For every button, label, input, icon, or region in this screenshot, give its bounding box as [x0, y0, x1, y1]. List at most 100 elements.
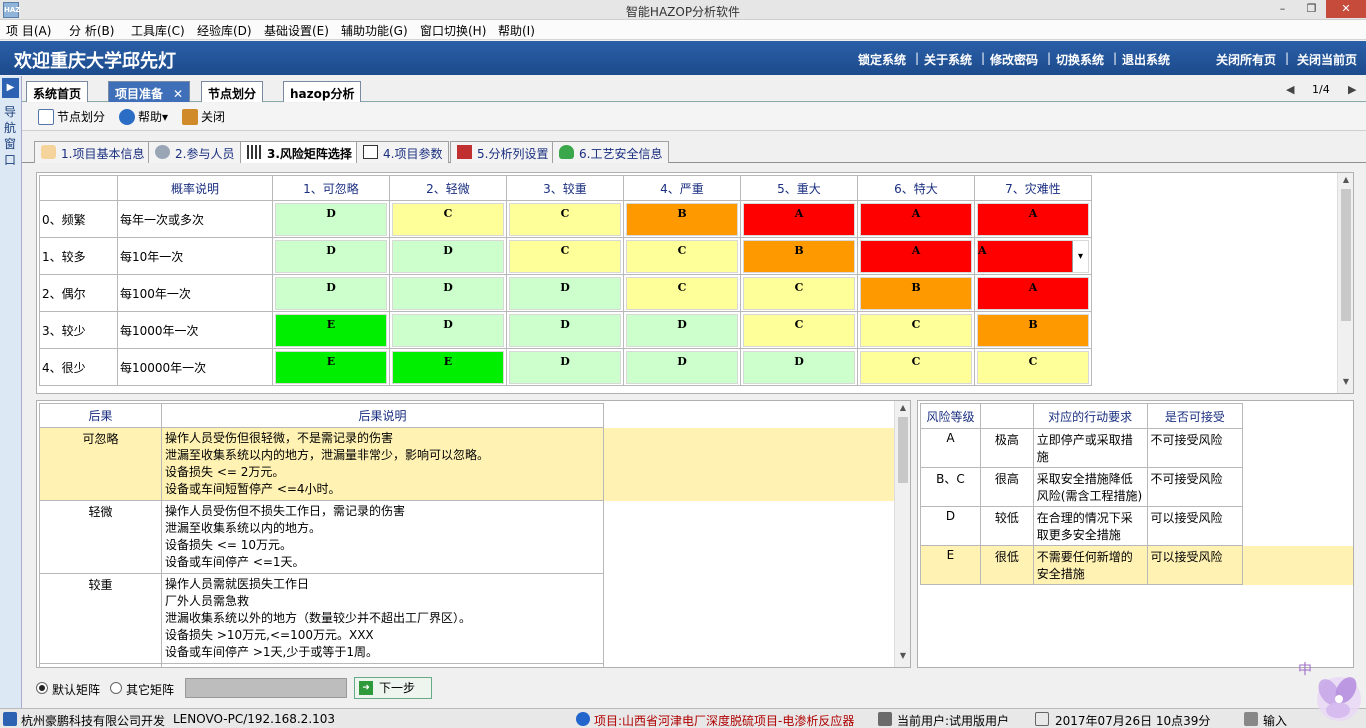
menu-project[interactable]: 项 目(A) — [6, 22, 51, 39]
expand-arrow-icon[interactable]: ▶ — [2, 78, 19, 98]
next-step-button[interactable]: ➜ 下一步 — [354, 677, 432, 699]
nav-window-strip[interactable]: ▶ 导航窗口 — [0, 76, 22, 708]
switch-system-link[interactable]: 切换系统 — [1056, 51, 1104, 68]
risk-cell[interactable]: C — [623, 237, 741, 275]
scroll-up-icon[interactable]: ▲ — [1338, 175, 1354, 189]
menu-settings[interactable]: 基础设置(E) — [264, 22, 329, 39]
risk-cell[interactable]: D — [389, 274, 507, 312]
risk-cell[interactable]: A ▾ — [974, 237, 1092, 275]
tab-project-params[interactable]: 4.项目参数 — [356, 141, 450, 163]
change-password-link[interactable]: 修改密码 — [990, 51, 1038, 68]
tab-node-division[interactable]: 节点划分 — [201, 81, 264, 102]
risk-cell[interactable]: A — [740, 200, 858, 238]
tab-analysis-columns[interactable]: 5.分析列设置 — [450, 141, 556, 163]
consequence-row[interactable]: 严重工厂员工致残伤害 — [39, 663, 894, 667]
risk-level-row[interactable]: A 极高 立即停产或采取措施 不可接受风险 — [920, 428, 1353, 468]
risk-cell[interactable]: C — [740, 311, 858, 349]
datetime-status: 2017年07月26日 10点39分 — [1055, 714, 1211, 728]
risk-cell[interactable]: C — [740, 274, 858, 312]
risk-cell[interactable]: A — [974, 274, 1092, 312]
matrix-name-input[interactable] — [185, 678, 347, 698]
risk-cell[interactable]: D — [272, 200, 390, 238]
risk-cell[interactable]: A — [857, 200, 975, 238]
risk-cell[interactable]: E — [389, 348, 507, 386]
header-banner: 欢迎重庆大学邱先灯 锁定系统 | 关于系统 | 修改密码 | 切换系统 | 退出… — [0, 41, 1366, 75]
close-tab-icon[interactable]: ✕ — [173, 87, 183, 101]
tab-risk-matrix[interactable]: 3.风险矩阵选择 — [240, 141, 359, 163]
risk-cell[interactable]: D — [389, 237, 507, 275]
scroll-thumb[interactable] — [1341, 189, 1351, 321]
menu-aux[interactable]: 辅助功能(G) — [341, 22, 408, 39]
about-system-link[interactable]: 关于系统 — [924, 51, 972, 68]
risk-cell[interactable]: D — [272, 274, 390, 312]
consequence-scrollbar[interactable]: ▲ ▼ — [894, 401, 910, 667]
risk-cell[interactable]: C — [974, 348, 1092, 386]
risk-cell[interactable]: C — [506, 200, 624, 238]
scroll-up-icon[interactable]: ▲ — [895, 403, 910, 417]
exit-system-link[interactable]: 退出系统 — [1122, 51, 1170, 68]
scroll-down-icon[interactable]: ▼ — [895, 651, 910, 665]
consequence-row[interactable]: 轻微 操作人员受伤但不损失工作日，需记录的伤害 泄漏至收集系统以内的地方。 设备损失 … — [39, 500, 894, 574]
close-page-button[interactable]: 关闭 — [182, 107, 225, 127]
risk-level-row[interactable]: E 很低 不需要任何新增的安全措施 可以接受风险 — [920, 545, 1353, 585]
risk-cell[interactable]: D — [740, 348, 858, 386]
restore-button[interactable]: ❐ — [1298, 0, 1325, 18]
node-division-button[interactable]: 节点划分 — [38, 107, 105, 127]
risk-cell[interactable]: B — [857, 274, 975, 312]
matrix-scrollbar[interactable]: ▲ ▼ — [1337, 173, 1353, 393]
risk-cell[interactable]: A — [857, 237, 975, 275]
risk-level-row[interactable]: B、C 很高 采取安全措施降低风险(需含工程措施) 不可接受风险 — [920, 467, 1353, 507]
close-current-page-link[interactable]: 关闭当前页 — [1297, 51, 1357, 68]
dropdown-arrow-icon[interactable]: ▾ — [1072, 240, 1088, 272]
tab-participants[interactable]: 2.参与人员 — [148, 141, 242, 163]
risk-cell[interactable]: C — [857, 311, 975, 349]
consequence-row[interactable]: 可忽略 操作人员受伤但很轻微，不是需记录的伤害 泄漏至收集系统以内的地方，泄漏量非常… — [39, 427, 894, 501]
tab-project-info[interactable]: 1.项目基本信息 — [34, 141, 152, 163]
risk-cell[interactable]: D — [623, 311, 741, 349]
scroll-down-icon[interactable]: ▼ — [1338, 377, 1354, 391]
consequence-row[interactable]: 较重 操作人员需就医损失工作日 厂外人员需急救 泄漏收集系统以外的地方（数量较少并不超… — [39, 573, 894, 664]
menu-experience[interactable]: 经验库(D) — [197, 22, 252, 39]
risk-cell[interactable]: C — [389, 200, 507, 238]
menu-window[interactable]: 窗口切换(H) — [420, 22, 486, 39]
tab-project-prep[interactable]: 项目准备 ✕ — [108, 81, 191, 102]
tab-process-safety[interactable]: 6.工艺安全信息 — [552, 141, 670, 163]
risk-cell[interactable]: D — [389, 311, 507, 349]
risk-cell[interactable]: D — [506, 348, 624, 386]
close-all-pages-link[interactable]: 关闭所有页 — [1216, 51, 1276, 68]
risk-cell[interactable]: C — [623, 274, 741, 312]
risk-cell[interactable]: E — [272, 311, 390, 349]
menu-help[interactable]: 帮助(I) — [498, 22, 535, 39]
menu-tools[interactable]: 工具库(C) — [131, 22, 185, 39]
prev-page-icon[interactable]: ◀ — [1286, 83, 1294, 96]
risk-cell[interactable]: D — [506, 274, 624, 312]
risk-matrix-table: 概率说明 1、可忽略 2、轻微 3、较重 4、严重 5、重大 6、特大 7、灾难… — [39, 175, 1092, 386]
minimize-button[interactable]: – — [1269, 0, 1296, 18]
risk-cell[interactable]: B — [974, 311, 1092, 349]
other-matrix-radio[interactable]: 其它矩阵 — [110, 681, 174, 698]
action-header: 对应的行动要求 — [1032, 403, 1148, 429]
tab-system-home[interactable]: 系统首页 — [26, 81, 89, 102]
menu-analysis[interactable]: 分 析(B) — [69, 22, 114, 39]
close-button[interactable]: ✕ — [1326, 0, 1366, 18]
risk-level: D — [920, 506, 981, 546]
risk-cell[interactable]: B — [623, 200, 741, 238]
risk-cell[interactable]: D — [623, 348, 741, 386]
tab-hazop-analysis[interactable]: hazop分析 — [283, 81, 362, 102]
risk-cell[interactable]: C — [506, 237, 624, 275]
help-button[interactable]: 帮助▾ — [119, 107, 168, 127]
risk-cell[interactable]: E — [272, 348, 390, 386]
risk-cell[interactable]: C — [857, 348, 975, 386]
sub-tab-bar: 1.项目基本信息 2.参与人员 3.风险矩阵选择 4.项目参数 5.分析列设置 … — [22, 139, 1366, 163]
default-matrix-radio[interactable]: 默认矩阵 — [36, 681, 100, 698]
risk-level-row[interactable]: D 较低 在合理的情况下采取更多安全措施 可以接受风险 — [920, 506, 1353, 546]
risk-cell[interactable]: D — [272, 237, 390, 275]
lock-system-link[interactable]: 锁定系统 — [858, 51, 906, 68]
next-page-icon[interactable]: ▶ — [1348, 83, 1356, 96]
risk-cell[interactable]: A — [974, 200, 1092, 238]
scroll-thumb[interactable] — [898, 417, 908, 483]
host-text: LENOVO-PC/192.168.2.103 — [173, 712, 336, 726]
ime-flower-icon[interactable]: 中 — [1284, 654, 1364, 728]
risk-cell[interactable]: B — [740, 237, 858, 275]
risk-cell[interactable]: D — [506, 311, 624, 349]
